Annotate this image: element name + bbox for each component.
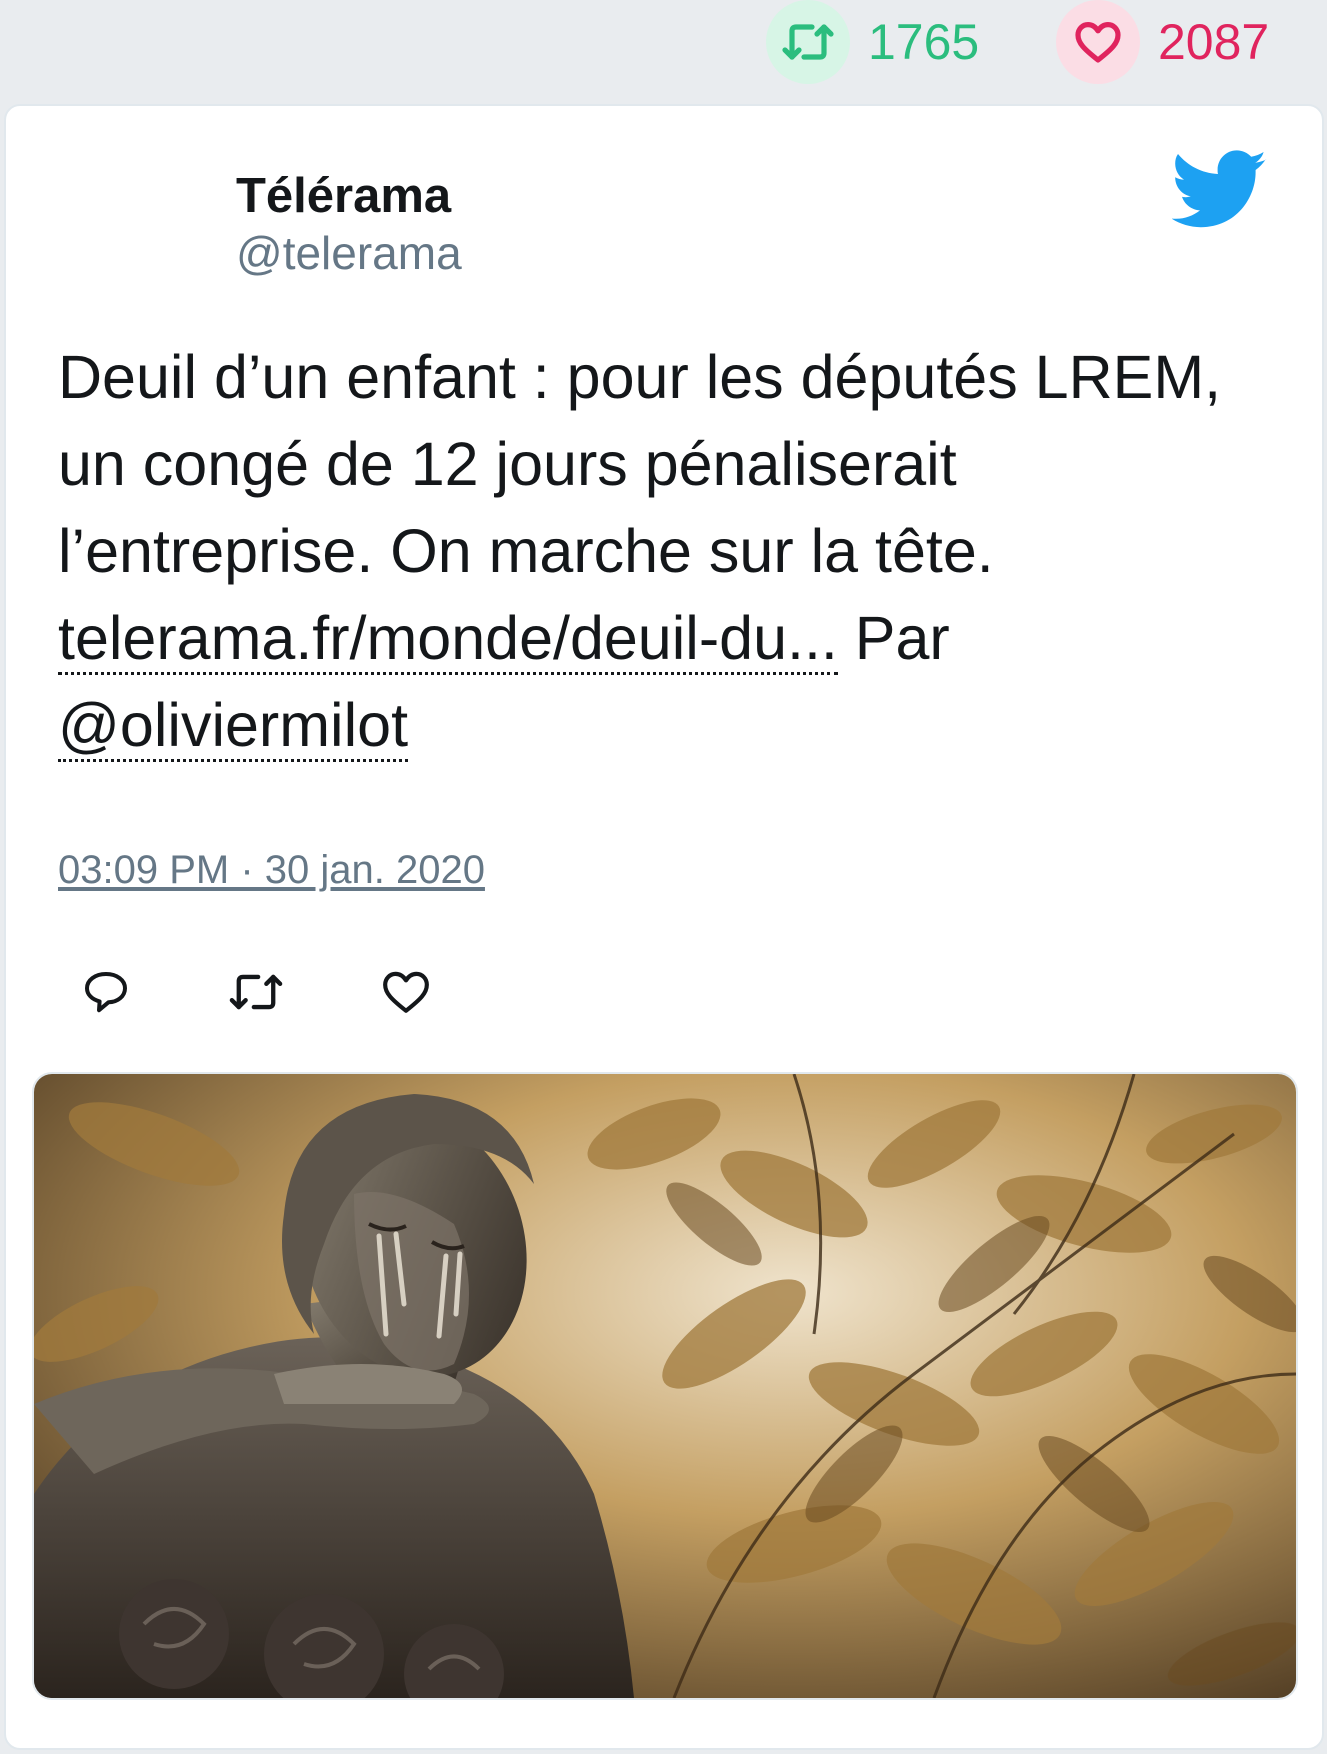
like-button[interactable] <box>378 964 434 1020</box>
article-link[interactable]: telerama.fr/monde/deuil-du... <box>58 604 838 675</box>
tweet-text: Deuil d’un enfant : pour les députés LRE… <box>58 334 1288 769</box>
like-stat[interactable]: 2087 <box>1056 0 1269 84</box>
tweet-by-label: Par <box>854 604 950 672</box>
tweet-actions <box>78 964 434 1020</box>
heart-icon <box>383 971 429 1013</box>
tweet-card: Télérama @telerama Deuil d’un enfant : p… <box>4 104 1324 1750</box>
retweet-icon <box>229 974 283 1010</box>
tweet-screenshot: 1765 2087 Télérama @telerama Deuil d’un … <box>0 0 1327 1754</box>
retweet-icon <box>782 24 834 60</box>
reply-button[interactable] <box>78 964 134 1020</box>
twitter-bird-icon[interactable] <box>1172 150 1268 230</box>
author-name[interactable]: Télérama <box>236 168 451 224</box>
tweet-timestamp[interactable]: 03:09 PM · 30 jan. 2020 <box>58 848 485 893</box>
reply-icon <box>85 972 127 1013</box>
tweet-body: Deuil d’un enfant : pour les députés LRE… <box>58 343 1222 585</box>
mention-link[interactable]: @oliviermilot <box>58 691 409 762</box>
tweet-media-image[interactable] <box>32 1072 1298 1700</box>
retweet-badge[interactable] <box>766 0 850 84</box>
retweet-stat[interactable]: 1765 <box>766 0 979 84</box>
statue-photo <box>34 1074 1296 1698</box>
author-handle[interactable]: @telerama <box>236 226 462 280</box>
heart-icon <box>1075 22 1121 63</box>
like-badge[interactable] <box>1056 0 1140 84</box>
retweet-count: 1765 <box>868 14 980 70</box>
like-count: 2087 <box>1158 14 1270 70</box>
retweet-button[interactable] <box>228 964 284 1020</box>
